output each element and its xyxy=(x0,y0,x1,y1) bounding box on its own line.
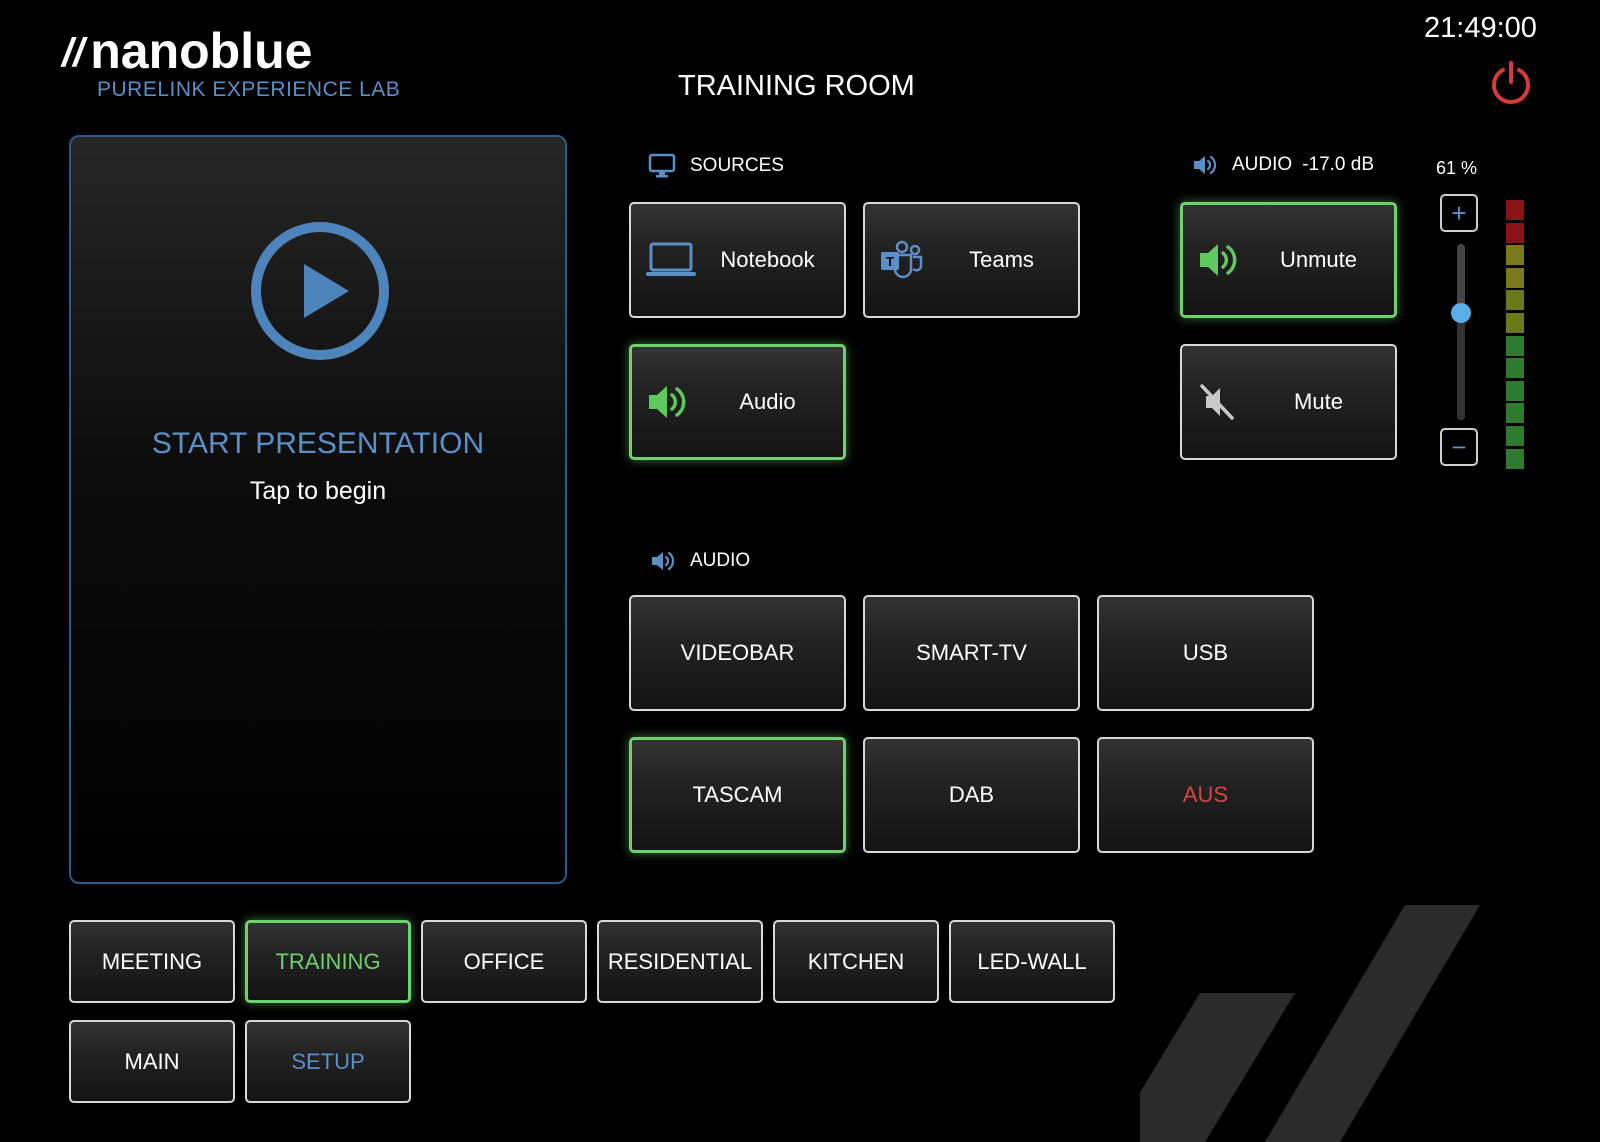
source-teams-button[interactable]: T Teams xyxy=(863,202,1080,318)
audio-smart-tv-button[interactable]: SMART-TV xyxy=(863,595,1080,711)
source-notebook-button[interactable]: Notebook xyxy=(629,202,846,318)
logo-text: nanoblue xyxy=(90,23,313,79)
tab-main[interactable]: MAIN xyxy=(69,1020,235,1103)
start-presentation-panel[interactable]: START PRESENTATION Tap to begin xyxy=(69,135,567,884)
audio-sources-heading: AUDIO xyxy=(650,549,750,573)
source-audio-button[interactable]: Audio xyxy=(629,344,846,460)
audio-off-button[interactable]: AUS xyxy=(1097,737,1314,853)
laptop-icon xyxy=(646,242,696,276)
tab-training[interactable]: TRAINING xyxy=(245,920,411,1003)
audio-usb-button[interactable]: USB xyxy=(1097,595,1314,711)
mute-button[interactable]: Mute xyxy=(1180,344,1397,460)
tab-residential[interactable]: RESIDENTIAL xyxy=(597,920,763,1003)
audio-level-heading-label: AUDIO xyxy=(1232,154,1293,175)
start-presentation-subtitle: Tap to begin xyxy=(249,477,387,505)
decorative-stripes xyxy=(1140,905,1480,1142)
meter-segment xyxy=(1506,358,1524,379)
tab-office[interactable]: OFFICE xyxy=(421,920,587,1003)
start-presentation-title: START PRESENTATION xyxy=(151,427,485,460)
volume-icon xyxy=(652,551,675,571)
power-icon[interactable] xyxy=(1488,60,1534,106)
tab-led-wall[interactable]: LED-WALL xyxy=(949,920,1115,1003)
page-title: TRAINING ROOM xyxy=(678,70,915,102)
volume-slider[interactable] xyxy=(1451,244,1471,420)
speaker-on-icon xyxy=(1200,244,1237,276)
audio-videobar-button[interactable]: VIDEOBAR xyxy=(629,595,846,711)
teams-icon: T xyxy=(881,240,923,279)
meter-segment xyxy=(1506,200,1524,220)
tab-meeting[interactable]: MEETING xyxy=(69,920,235,1003)
meter-segment xyxy=(1506,403,1524,424)
meter-segment xyxy=(1506,448,1524,469)
audio-level-heading: AUDIO -17.0 dB xyxy=(1192,153,1374,177)
meter-segment xyxy=(1506,267,1524,288)
brand-subtitle: PURELINK EXPERIENCE LAB xyxy=(97,78,401,101)
monitor-icon xyxy=(648,153,676,178)
meter-segment xyxy=(1506,335,1524,356)
sources-heading-label: SOURCES xyxy=(690,155,784,176)
speaker-muted-icon xyxy=(1200,384,1234,420)
audio-level-meter xyxy=(1506,200,1524,471)
source-audio-label: Audio xyxy=(739,389,796,414)
audio-sources-heading-label: AUDIO xyxy=(690,550,751,571)
volume-down-button[interactable]: − xyxy=(1440,428,1478,466)
source-teams-label: Teams xyxy=(969,247,1034,272)
volume-slider-fill xyxy=(1457,312,1465,420)
speaker-icon xyxy=(649,386,686,418)
mute-label: Mute xyxy=(1294,389,1343,414)
logo-slashes: // xyxy=(62,31,85,75)
tab-kitchen[interactable]: KITCHEN xyxy=(773,920,939,1003)
brand-logo: //nanoblue xyxy=(62,22,312,80)
volume-percent: 61 % xyxy=(1436,158,1478,178)
meter-segment xyxy=(1506,290,1524,311)
clock: 21:49:00 xyxy=(1424,12,1537,44)
svg-text:T: T xyxy=(886,254,894,269)
tab-setup[interactable]: SETUP xyxy=(245,1020,411,1103)
volume-up-button[interactable]: + xyxy=(1440,194,1478,232)
audio-tascam-button[interactable]: TASCAM xyxy=(629,737,846,853)
sources-heading: SOURCES xyxy=(648,153,784,179)
volume-slider-thumb[interactable] xyxy=(1451,302,1471,323)
play-circle-icon xyxy=(251,222,389,360)
meter-segment xyxy=(1506,312,1524,333)
meter-segment xyxy=(1506,245,1524,266)
meter-segment xyxy=(1506,380,1524,401)
audio-dab-button[interactable]: DAB xyxy=(863,737,1080,853)
unmute-label: Unmute xyxy=(1279,247,1358,272)
audio-level-db: -17.0 dB xyxy=(1302,154,1375,175)
meter-segment xyxy=(1506,222,1524,243)
unmute-button[interactable]: Unmute xyxy=(1180,202,1397,318)
meter-segment xyxy=(1506,425,1524,446)
volume-icon xyxy=(1194,155,1217,175)
